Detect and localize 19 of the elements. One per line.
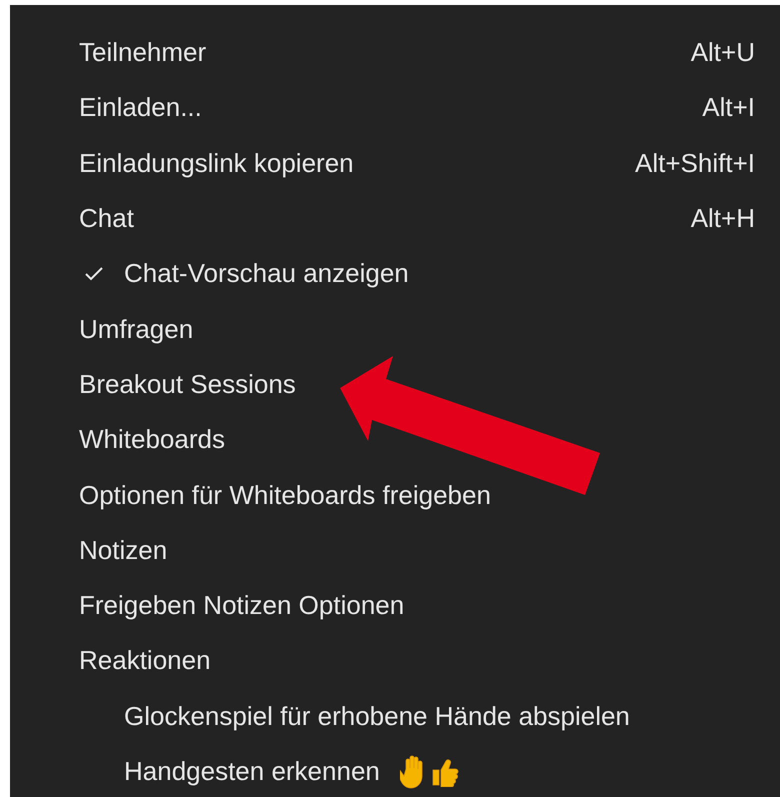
thumbs-up-icon [430,756,460,786]
shortcut-text: Alt+Shift+I [635,146,755,180]
menu-item[interactable]: Freigeben Notizen Optionen [79,586,404,626]
menu-item[interactable]: Glockenspiel für erhobene Hände abspielen [124,696,630,736]
menu-item[interactable]: Notizen [79,530,168,570]
menu-item[interactable]: Einladen... [79,88,202,128]
menu-item[interactable]: Handgesten erkennen [124,752,380,791]
menu-item[interactable]: Whiteboards [79,420,225,460]
menu-item[interactable]: Breakout Sessions [79,364,296,404]
menu-item[interactable]: Chat-Vorschau anzeigen [124,254,409,294]
shortcut-text: Alt+I [702,91,755,124]
menu-item[interactable]: Teilnehmer [79,33,206,72]
menu-item[interactable]: Chat [79,199,134,238]
shortcut-text: Alt+U [690,36,755,70]
menu-item[interactable]: Umfragen [79,310,194,349]
shortcut-text: Alt+H [690,202,755,236]
menu-item[interactable]: Einladungslink kopieren [79,144,354,183]
menu-item[interactable]: Optionen für Whiteboards freigeben [79,476,491,515]
menu-item[interactable]: Reaktionen [79,641,211,680]
